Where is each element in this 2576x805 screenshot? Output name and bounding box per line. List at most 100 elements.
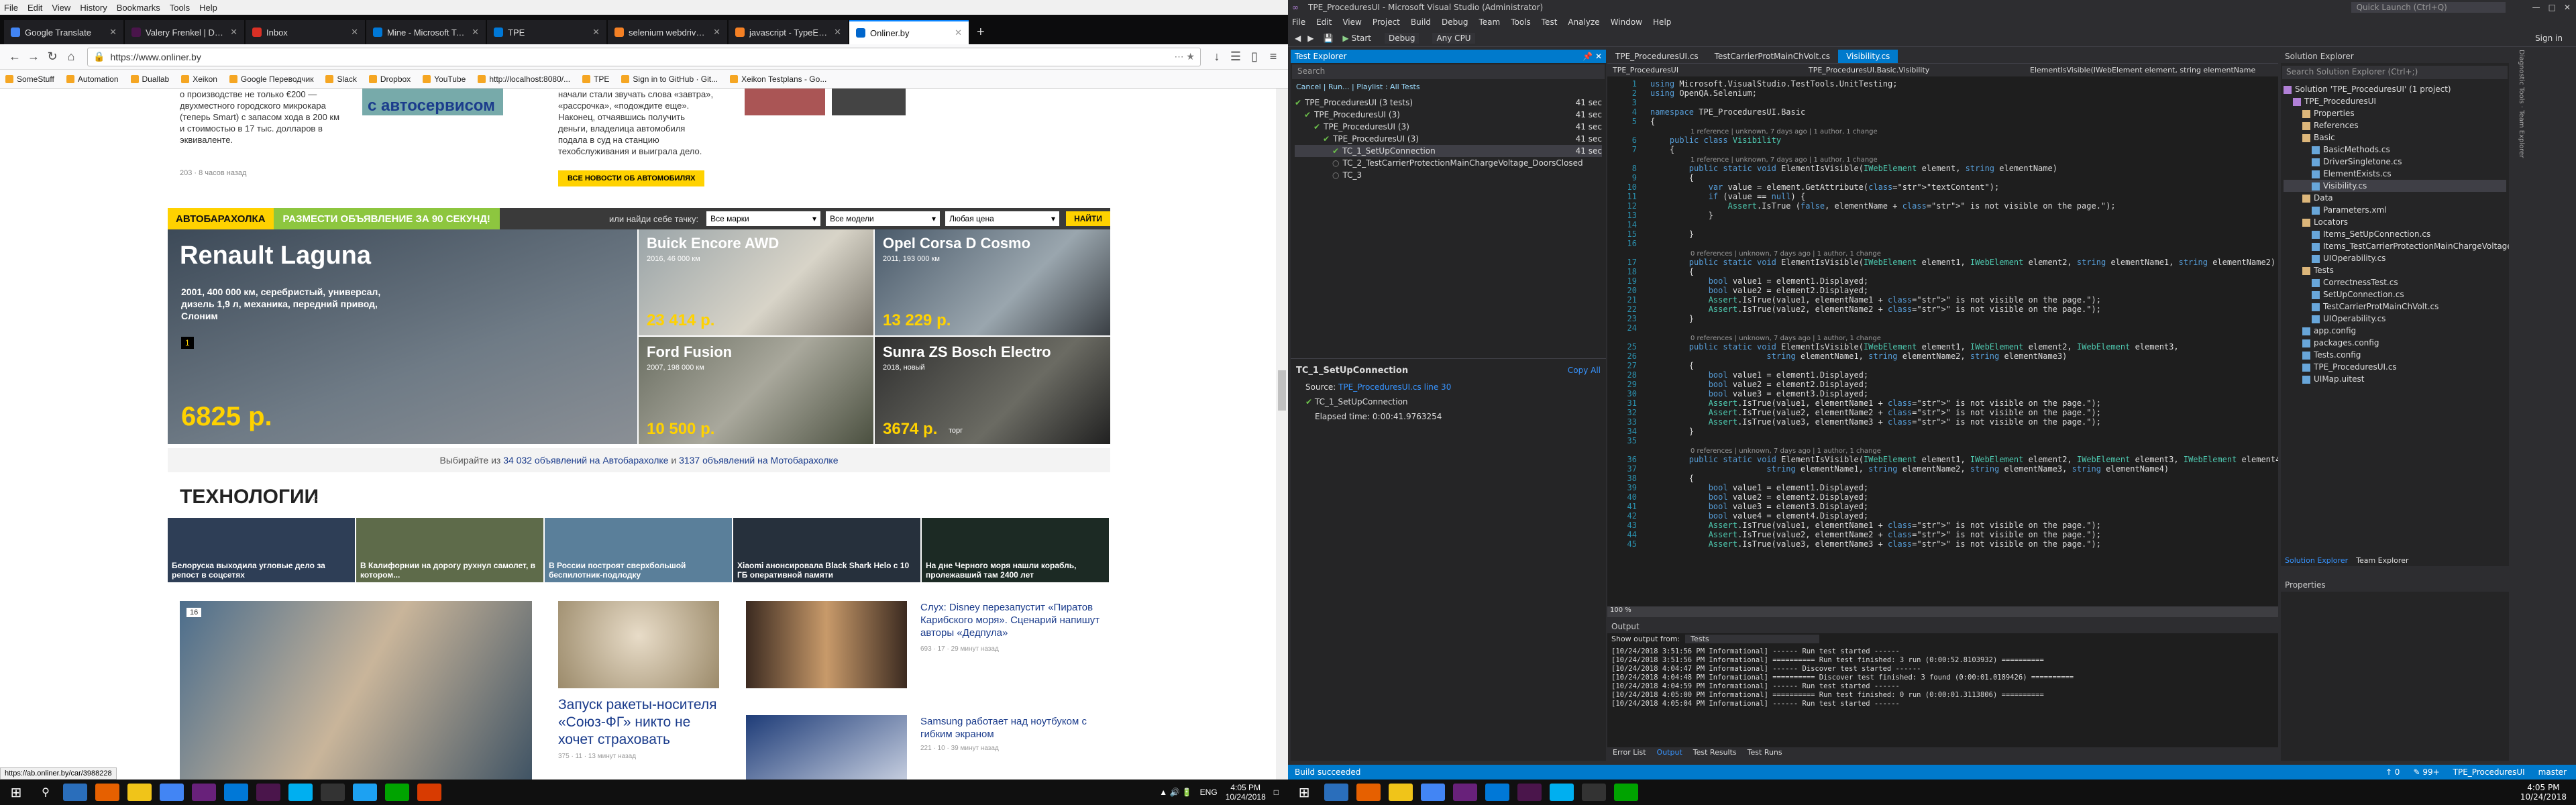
news-title[interactable]: Запуск ракеты-носителя «Союз-ФГ» никто н… [558, 696, 726, 749]
close-icon[interactable]: ✕ [2564, 3, 2571, 12]
close-tab-icon[interactable]: ✕ [834, 27, 841, 38]
browser-tab[interactable]: selenium webdriver - How to ... ✕ [608, 20, 727, 44]
solution-item[interactable]: TPE_ProceduresUI [2284, 95, 2506, 107]
task-view-icon[interactable] [1324, 784, 1348, 801]
nav-class-select[interactable]: TPE_ProceduresUI.Basic.Visibility [1809, 66, 2030, 74]
address-bar[interactable]: 🔒 https://www.onliner.by ⋯ ★ [87, 47, 1201, 66]
sidebar-icon[interactable]: ▯ [1245, 48, 1264, 66]
windows-start-icon[interactable]: ⊞ [1288, 784, 1320, 800]
search-icon[interactable]: ⚲ [32, 786, 59, 799]
solution-item[interactable]: Parameters.xml [2284, 204, 2506, 216]
source-link[interactable]: TPE_ProceduresUI.cs line 30 [1338, 382, 1451, 392]
app-icon[interactable] [385, 784, 409, 801]
test-tree-item[interactable]: ○ TC_2_TestCarrierProtectionMainChargeVol… [1295, 157, 1602, 169]
app-icon[interactable] [1614, 784, 1638, 801]
rss-icon[interactable]: ∴ [313, 494, 318, 503]
price-select[interactable]: Любая цена ▾ [945, 211, 1060, 226]
close-tab-icon[interactable]: ✕ [230, 27, 237, 38]
tech-news-card[interactable]: В России построят сверхбольшой беспилотн… [545, 518, 732, 582]
news-fragment-mid-title[interactable]: с автосервисом [368, 97, 495, 115]
solution-item[interactable]: TPE_ProceduresUI.cs [2284, 361, 2506, 373]
browser-tab[interactable]: Onliner.by ✕ [849, 20, 969, 44]
menu-icon[interactable]: ≡ [1264, 48, 1283, 66]
bookmark-item[interactable]: Sign in to GitHub · Git... [621, 74, 718, 84]
vs-menu-debug[interactable]: Debug [1442, 17, 1468, 27]
bookmark-item[interactable]: Google Переводчик [229, 74, 313, 84]
test-tree-item[interactable]: ✔ TPE_ProceduresUI (3) 41 sec [1295, 133, 1602, 145]
status-repo[interactable]: TPE_ProceduresUI [2453, 767, 2525, 777]
news-big-image[interactable]: 16 [180, 601, 532, 780]
file-explorer-icon[interactable] [1389, 784, 1413, 801]
bookmark-item[interactable]: Automation [66, 74, 119, 84]
back-icon[interactable]: ◀ [1295, 34, 1301, 43]
download-icon[interactable]: ↓ [1208, 48, 1226, 66]
document-tab[interactable]: Visibility.cs [1838, 50, 1898, 63]
vs-menu-view[interactable]: View [1342, 17, 1361, 27]
close-tab-icon[interactable]: ✕ [592, 27, 600, 38]
reload-icon[interactable]: ↻ [43, 48, 62, 66]
slack-icon[interactable] [256, 784, 280, 801]
skype-icon[interactable] [288, 784, 313, 801]
vs-menu-build[interactable]: Build [1411, 17, 1431, 27]
car-card[interactable]: Buick Encore AWD 2016, 46 000 км 23 414 … [639, 229, 873, 335]
firefox-icon[interactable] [1356, 784, 1381, 801]
news-image[interactable] [746, 715, 907, 780]
start-icon[interactable]: ▶ [1342, 34, 1348, 43]
close-tab-icon[interactable]: ✕ [109, 27, 117, 38]
bookmark-item[interactable]: YouTube [423, 74, 466, 84]
solution-item[interactable]: UIOperability.cs [2284, 313, 2506, 325]
vs-menu-file[interactable]: File [1292, 17, 1305, 27]
new-tab-button[interactable]: + [970, 25, 991, 44]
close-tab-icon[interactable]: ✕ [713, 27, 720, 38]
autobaraholka-link[interactable]: 34 032 объявлений на Автобарахолке [503, 455, 668, 466]
tech-news-card[interactable]: В Калифорнии на дорогу рухнул самолет, в… [356, 518, 543, 582]
solution-item[interactable]: ElementExists.cs [2284, 168, 2506, 180]
solution-item[interactable]: CorrectnessTest.cs [2284, 276, 2506, 288]
task-view-icon[interactable] [63, 784, 87, 801]
solution-item[interactable]: DriverSingletone.cs [2284, 156, 2506, 168]
visual-studio-icon[interactable] [192, 784, 216, 801]
solution-footer-tab[interactable]: Team Explorer [2356, 556, 2408, 565]
status-push[interactable]: ↑ 0 [2385, 767, 2400, 777]
outlook-icon[interactable] [1485, 784, 1509, 801]
test-tree-item[interactable]: ✔ TPE_ProceduresUI (3) 41 sec [1295, 121, 1602, 133]
technology-section-title[interactable]: ТЕХНОЛОГИИ [180, 486, 319, 508]
minimize-icon[interactable]: — [2532, 3, 2540, 12]
bookmark-item[interactable]: Slack [325, 74, 357, 84]
windows-start-icon[interactable]: ⊞ [0, 784, 32, 801]
codelens-text[interactable]: 0 references | unknown, 7 days ago | 1 a… [1650, 335, 1881, 342]
vs-menu-help[interactable]: Help [1653, 17, 1671, 27]
slack-icon[interactable] [1517, 784, 1542, 801]
news-image[interactable] [746, 601, 907, 688]
maximize-icon[interactable]: □ [2548, 3, 2556, 12]
solution-item[interactable]: Visibility.cs [2284, 180, 2506, 192]
solution-item[interactable]: Locators [2284, 216, 2506, 228]
firefox-icon[interactable] [95, 784, 119, 801]
solution-item[interactable]: SetUpConnection.cs [2284, 288, 2506, 301]
outlook-icon[interactable] [224, 784, 248, 801]
test-search-input[interactable]: Search [1292, 64, 1605, 79]
scrollbar-thumb[interactable] [1278, 370, 1286, 411]
solution-item[interactable]: Basic [2284, 131, 2506, 144]
tech-news-card[interactable]: Белоруска выходила угловые дело за репос… [168, 518, 355, 582]
forward-icon[interactable]: ▶ [1307, 34, 1313, 43]
solution-item[interactable]: app.config [2284, 325, 2506, 337]
solution-item[interactable]: Solution 'TPE_ProceduresUI' (1 project) [2284, 83, 2506, 95]
solution-item[interactable]: Properties [2284, 107, 2506, 119]
solution-item[interactable]: UIOperability.cs [2284, 252, 2506, 264]
browser-tab[interactable]: Valery Frenkel | Dual Lab Slack✕ [125, 20, 244, 44]
car-card[interactable]: Ford Fusion 2007, 198 000 км 10 500 р. [639, 337, 873, 444]
page-scrollbar[interactable] [1276, 89, 1288, 780]
solution-item[interactable]: Items_TestCarrierProtectionMainChargeVol… [2284, 240, 2509, 252]
cmd-icon[interactable] [1582, 784, 1606, 801]
bottom-tab[interactable]: Output [1652, 747, 1688, 758]
menu-item-edit[interactable]: Edit [28, 3, 42, 13]
solution-item[interactable]: Data [2284, 192, 2506, 204]
test-tree-item[interactable]: ✔ TPE_ProceduresUI (3) 41 sec [1295, 109, 1602, 121]
sign-in-link[interactable]: Sign in [2535, 34, 2563, 43]
all-car-news-button[interactable]: ВСЕ НОВОСТИ ОБ АВТОМОБИЛЯХ [558, 170, 705, 186]
document-tab[interactable]: TestCarrierProtMainChVolt.cs [1707, 50, 1838, 63]
solution-item[interactable]: Tests.config [2284, 349, 2506, 361]
visual-studio-icon[interactable] [1453, 784, 1477, 801]
clock[interactable]: 4:05 PM 10/24/2018 [1226, 783, 1266, 802]
